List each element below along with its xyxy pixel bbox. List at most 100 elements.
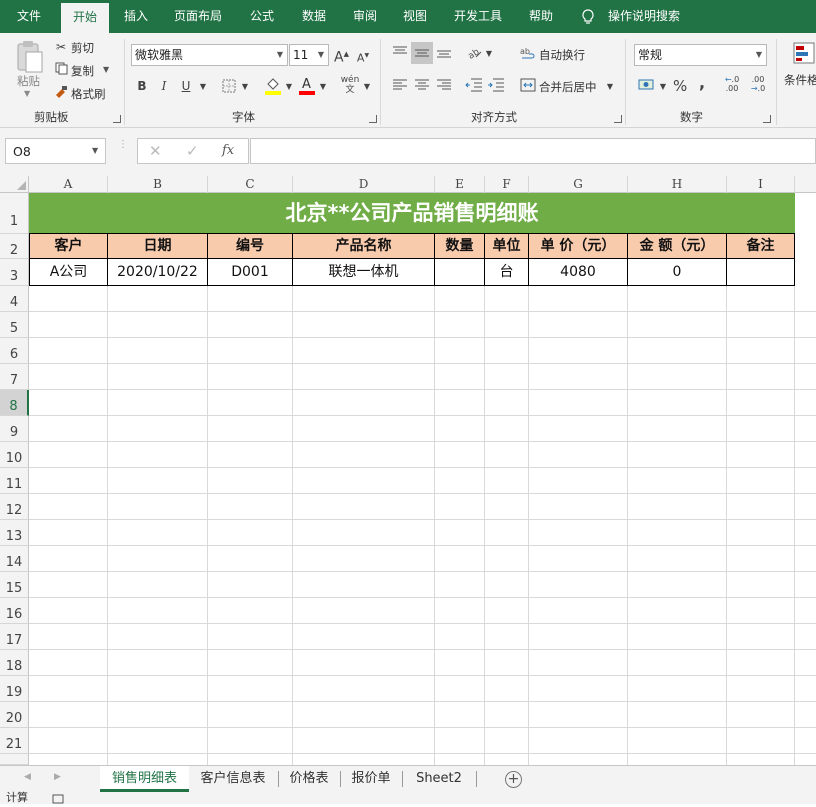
wrap-text-button[interactable]: 自动换行 (539, 47, 585, 63)
tab-sheet2[interactable]: Sheet2 (406, 766, 472, 792)
row-header-22[interactable] (0, 754, 29, 765)
row-header-8[interactable]: 8 (0, 390, 29, 416)
row-header-12[interactable]: 12 (0, 494, 29, 520)
cut-button[interactable]: 剪切 (71, 40, 94, 56)
row-header-9[interactable]: 9 (0, 416, 29, 442)
header-cell-product[interactable]: 产品名称 (293, 234, 435, 259)
cell-e3[interactable] (435, 259, 485, 286)
font-launcher-icon[interactable] (369, 115, 377, 123)
align-right-icon[interactable] (436, 79, 452, 95)
header-cell-customer[interactable]: 客户 (29, 234, 108, 259)
cell-b3[interactable]: 2020/10/22 (108, 259, 208, 286)
tab-customer-info[interactable]: 客户信息表 (192, 766, 274, 792)
border-icon[interactable] (222, 79, 236, 97)
column-header-a[interactable]: A (29, 176, 108, 193)
row-header-18[interactable]: 18 (0, 650, 29, 676)
row-header-2[interactable]: 2 (0, 234, 29, 259)
tab-sales-detail[interactable]: 销售明细表 (100, 766, 189, 792)
menu-developer[interactable]: 开发工具 (445, 0, 511, 33)
menu-home[interactable]: 开始 (61, 3, 109, 33)
row-header-19[interactable]: 19 (0, 676, 29, 702)
cell-h3[interactable]: 0 (628, 259, 727, 286)
orientation-icon[interactable]: ab (466, 45, 482, 63)
phonetic-dropdown-icon[interactable]: ▼ (362, 79, 372, 95)
font-name-select[interactable]: 微软雅黑 ▼ (131, 44, 288, 66)
name-box[interactable]: O8 ▼ (5, 138, 106, 164)
percent-button[interactable]: % (673, 78, 687, 94)
currency-icon[interactable] (638, 78, 656, 96)
align-center-icon[interactable] (414, 79, 430, 95)
row-header-10[interactable]: 10 (0, 442, 29, 468)
align-top-icon[interactable] (392, 45, 408, 63)
row-header-11[interactable]: 11 (0, 468, 29, 494)
border-dropdown-icon[interactable]: ▼ (240, 79, 250, 95)
sheet-title[interactable]: 北京**公司产品销售明细账 (29, 193, 795, 234)
increase-indent-icon[interactable] (487, 78, 505, 96)
paste-button[interactable]: 粘贴 (17, 73, 40, 89)
column-header-f[interactable]: F (485, 176, 529, 193)
column-header-h[interactable]: H (628, 176, 727, 193)
merge-center-icon[interactable] (520, 78, 536, 96)
decrease-decimal-icon[interactable]: .00 →.0 (748, 75, 768, 93)
copy-button[interactable]: 复制 (71, 63, 94, 79)
orientation-dropdown-icon[interactable]: ▼ (484, 46, 494, 62)
phonetic-icon[interactable]: wén 文 (340, 75, 360, 95)
enter-icon[interactable]: ✓ (186, 142, 199, 160)
header-cell-remarks[interactable]: 备注 (727, 234, 795, 259)
menu-view[interactable]: 视图 (393, 0, 437, 33)
cell-g3[interactable]: 4080 (529, 259, 628, 286)
menu-file[interactable]: 文件 (5, 0, 53, 33)
header-cell-quantity[interactable]: 数量 (435, 234, 485, 259)
column-header-g[interactable]: G (529, 176, 628, 193)
menu-data[interactable]: 数据 (292, 0, 336, 33)
underline-button[interactable]: U (180, 78, 192, 94)
cell-c3[interactable]: D001 (208, 259, 293, 286)
row-header-14[interactable]: 14 (0, 546, 29, 572)
conditional-formatting-icon[interactable] (793, 41, 816, 69)
currency-dropdown-icon[interactable]: ▼ (658, 79, 668, 95)
scroll-right-icon[interactable]: ▶ (54, 772, 61, 782)
select-all-corner[interactable] (0, 176, 29, 193)
number-format-select[interactable]: 常规 ▼ (634, 44, 767, 66)
clipboard-launcher-icon[interactable] (113, 115, 121, 123)
cell-a3[interactable]: A公司 (29, 259, 108, 286)
grow-font-icon[interactable]: A▲ (334, 46, 349, 66)
wrap-text-icon[interactable]: ab (520, 46, 536, 66)
copy-dropdown-icon[interactable]: ▼ (103, 65, 109, 74)
bold-button[interactable]: B (136, 78, 148, 94)
column-header-d[interactable]: D (293, 176, 435, 193)
header-cell-date[interactable]: 日期 (108, 234, 208, 259)
menu-formulas[interactable]: 公式 (240, 0, 284, 33)
insert-function-icon[interactable]: fx (222, 143, 234, 158)
increase-decimal-icon[interactable]: ←.0.00 (722, 75, 742, 93)
row-header-1[interactable]: 1 (0, 193, 29, 234)
underline-dropdown-icon[interactable]: ▼ (198, 79, 208, 95)
font-color-dropdown-icon[interactable]: ▼ (318, 79, 328, 95)
row-header-4[interactable]: 4 (0, 286, 29, 312)
row-header-16[interactable]: 16 (0, 598, 29, 624)
menu-review[interactable]: 审阅 (343, 0, 387, 33)
row-header-7[interactable]: 7 (0, 364, 29, 390)
comma-button[interactable]: , (697, 75, 707, 91)
menu-help[interactable]: 帮助 (519, 0, 563, 33)
cell-i3[interactable] (727, 259, 795, 286)
row-header-13[interactable]: 13 (0, 520, 29, 546)
paste-dropdown-icon[interactable]: ▼ (24, 89, 30, 98)
row-header-6[interactable]: 6 (0, 338, 29, 364)
add-sheet-icon[interactable]: + (505, 771, 522, 788)
align-middle-icon[interactable] (411, 42, 433, 64)
align-bottom-icon[interactable] (436, 45, 452, 63)
shrink-font-icon[interactable]: A▼ (356, 48, 370, 67)
header-cell-amount[interactable]: 金 额（元） (628, 234, 727, 259)
number-launcher-icon[interactable] (763, 115, 771, 123)
align-left-icon[interactable] (392, 79, 408, 95)
row-header-15[interactable]: 15 (0, 572, 29, 598)
merge-dropdown-icon[interactable]: ▼ (605, 79, 615, 95)
column-header-b[interactable]: B (108, 176, 208, 193)
column-header-i[interactable]: I (727, 176, 795, 193)
row-header-3[interactable]: 3 (0, 259, 29, 286)
format-painter-button[interactable]: 格式刷 (71, 86, 106, 102)
tab-quotation[interactable]: 报价单 (344, 766, 398, 792)
fill-color-icon[interactable] (264, 75, 282, 99)
macro-record-icon[interactable] (52, 793, 64, 804)
